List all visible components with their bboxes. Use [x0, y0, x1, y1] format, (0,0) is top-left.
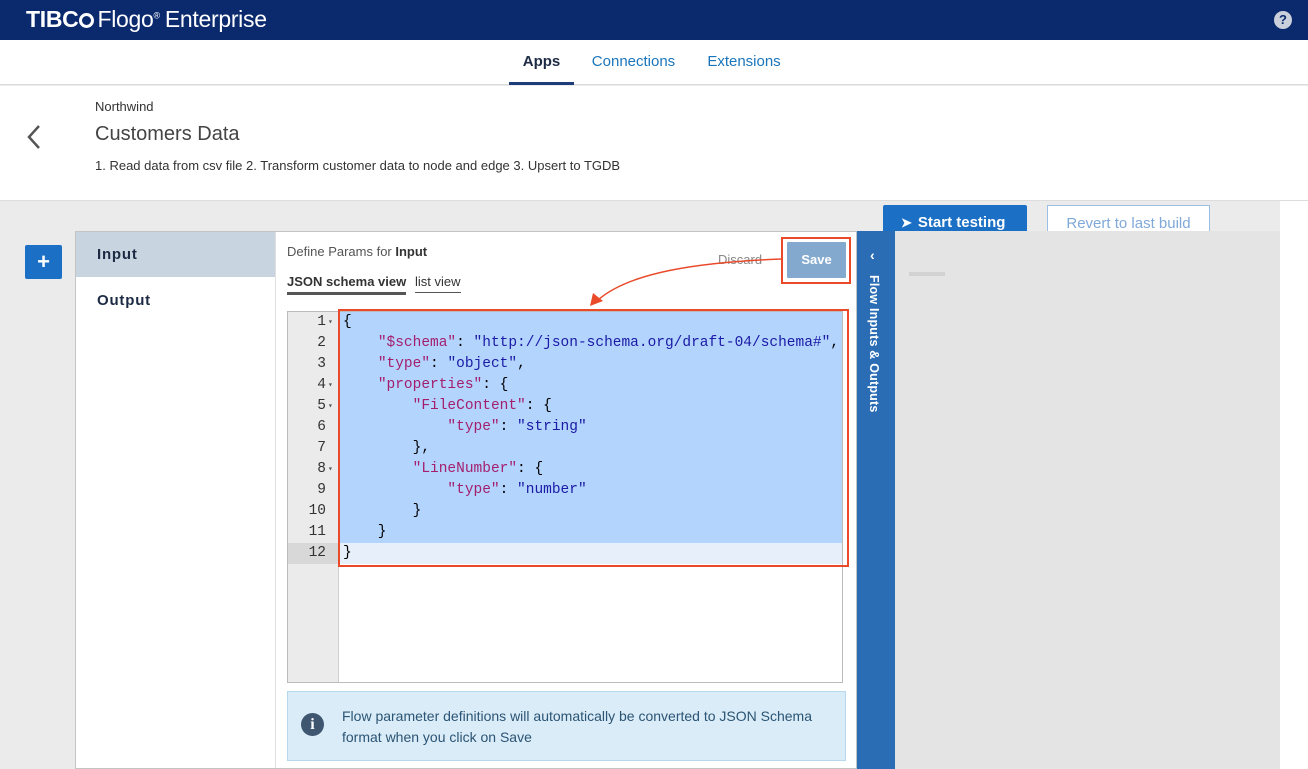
right-canvas	[895, 231, 1280, 769]
info-text: Flow parameter definitions will automati…	[342, 708, 812, 745]
subtab-json-schema[interactable]: JSON schema view	[287, 274, 407, 295]
line-number: 6	[317, 419, 326, 435]
json-string: "object"	[447, 356, 518, 372]
code-line[interactable]: 12}	[288, 543, 842, 564]
flow-description: 1. Read data from csv file 2. Transform …	[95, 158, 621, 173]
json-string: "string"	[517, 419, 587, 435]
line-number: 9	[317, 482, 326, 498]
right-canvas-handle	[909, 272, 945, 276]
json-key: "type"	[447, 482, 500, 498]
fold-arrow-icon[interactable]: ▾	[328, 396, 333, 417]
code-line[interactable]: 1 ▾ {	[288, 312, 842, 333]
start-testing-label: Start testing	[917, 214, 1006, 231]
code-text: "FileContent": {	[339, 396, 842, 417]
brand-logo[interactable]: TIBC Flogo® Enterprise	[26, 6, 267, 33]
menu-item-input[interactable]: Input	[76, 232, 275, 277]
line-number: 12	[308, 545, 326, 561]
code-text: "$schema": "http://json-schema.org/draft…	[339, 333, 842, 354]
tab-connections[interactable]: Connections	[586, 40, 681, 85]
line-number: 5	[317, 398, 326, 414]
code-line[interactable]: 3 "type": "object",	[288, 354, 842, 375]
chevron-left-icon: ‹	[870, 247, 875, 263]
line-number: 1	[317, 314, 326, 330]
fold-arrow-icon[interactable]: ▾	[328, 375, 333, 396]
top-bar: TIBC Flogo® Enterprise ?	[0, 0, 1308, 40]
flow-header: Northwind Customers Data 1. Read data fr…	[0, 86, 1308, 201]
define-params-label: Define Params for Input	[287, 244, 427, 259]
save-button[interactable]: Save	[787, 242, 846, 278]
code-line[interactable]: 5 ▾ "FileContent": {	[288, 396, 842, 417]
flow-inputs-outputs-toggle[interactable]: ‹ Flow Inputs & Outputs	[857, 231, 895, 769]
rocket-icon: ➤	[901, 215, 912, 230]
code-text: }	[339, 501, 842, 522]
define-target: Input	[395, 244, 428, 259]
page-title: Customers Data	[95, 123, 240, 145]
code-text: }	[339, 543, 842, 564]
line-number: 7	[317, 440, 326, 456]
line-number: 8	[317, 461, 326, 477]
code-line[interactable]: 8 ▾ "LineNumber": {	[288, 459, 842, 480]
fold-arrow-icon[interactable]: ▾	[328, 312, 333, 333]
json-key: "LineNumber"	[412, 461, 518, 477]
code-line[interactable]: 6 "type": "string"	[288, 417, 842, 438]
params-panel: Input Output Define Params for Input JSO…	[75, 231, 857, 769]
subtab-list-view[interactable]: list view	[415, 274, 461, 293]
code-text: "type": "string"	[339, 417, 842, 438]
brand-registered: ®	[153, 10, 161, 21]
brand-enterprise: Enterprise	[164, 6, 267, 32]
json-key: "FileContent"	[412, 398, 526, 414]
main-nav: Apps Connections Extensions	[0, 40, 1308, 85]
line-number: 3	[317, 356, 326, 372]
tab-extensions[interactable]: Extensions	[701, 40, 787, 85]
code-text: "properties": {	[339, 375, 842, 396]
fold-arrow-icon[interactable]: ▾	[328, 459, 333, 480]
code-line[interactable]: 9 "type": "number"	[288, 480, 842, 501]
code-line[interactable]: 10 }	[288, 501, 842, 522]
define-prefix: Define Params for	[287, 244, 396, 259]
line-number: 10	[308, 503, 326, 519]
info-icon: i	[301, 713, 324, 736]
revert-button[interactable]: Revert to last build	[1047, 205, 1210, 231]
brand-flogo: Flogo	[97, 6, 154, 32]
line-number: 4	[317, 377, 326, 393]
start-testing-button[interactable]: ➤ Start testing	[883, 205, 1027, 231]
code-line[interactable]: 11 }	[288, 522, 842, 543]
code-text: "type": "object",	[339, 354, 842, 375]
json-string: "number"	[517, 482, 587, 498]
json-key: "type"	[377, 356, 431, 372]
page-right-margin	[1280, 201, 1308, 769]
back-chevron-icon[interactable]	[24, 122, 46, 152]
code-text: {	[339, 312, 842, 333]
code-line[interactable]: 4 ▾ "properties": {	[288, 375, 842, 396]
breadcrumb[interactable]: Northwind	[95, 99, 154, 114]
json-key: "$schema"	[377, 335, 457, 351]
json-key: "type"	[447, 419, 500, 435]
help-icon[interactable]: ?	[1274, 11, 1292, 29]
json-schema-editor[interactable]: 1 ▾{2 "$schema": "http://json-schema.org/…	[287, 311, 843, 683]
info-message: i Flow parameter definitions will automa…	[287, 691, 846, 761]
discard-button[interactable]: Discard	[718, 252, 762, 267]
tab-apps[interactable]: Apps	[509, 40, 574, 85]
brand-tibco: TIBC	[26, 6, 79, 32]
add-trigger-button[interactable]: +	[25, 245, 62, 279]
line-number: 11	[308, 524, 326, 540]
code-text: }	[339, 522, 842, 543]
code-text: "type": "number"	[339, 480, 842, 501]
code-line[interactable]: 2 "$schema": "http://json-schema.org/dra…	[288, 333, 842, 354]
code-text: },	[339, 438, 842, 459]
json-key: "properties"	[377, 377, 483, 393]
line-number: 2	[317, 335, 326, 351]
tibco-ring-icon	[79, 13, 95, 28]
menu-item-output[interactable]: Output	[76, 278, 275, 323]
params-side-menu: Input Output	[76, 232, 276, 768]
code-text: "LineNumber": {	[339, 459, 842, 480]
flow-inputs-outputs-label: Flow Inputs & Outputs	[867, 275, 881, 413]
json-string: "http://json-schema.org/draft-04/schema#…	[473, 335, 831, 351]
code-line[interactable]: 7 },	[288, 438, 842, 459]
